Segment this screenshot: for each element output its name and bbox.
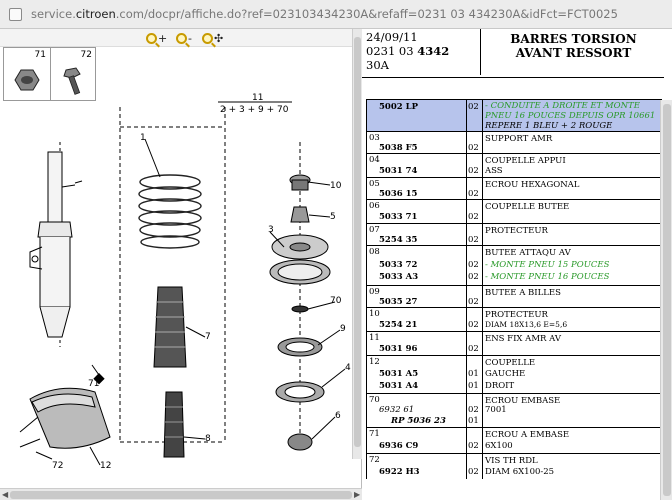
exploded-diagram: [19, 101, 346, 466]
zoom-in-button[interactable]: +: [146, 30, 176, 46]
callout-70: 70: [330, 296, 342, 306]
table-row[interactable]: 09 5035 27 02 BUTEE A BILLES: [366, 285, 662, 307]
callout-5: 5: [330, 212, 336, 222]
zoom-fit-button[interactable]: ✣: [202, 30, 232, 46]
doc-reference-suffix: 30A: [366, 58, 389, 72]
diagram-pane: + - ✣ 71 72 11 2 + 3 + 9 + 70 1 10 3 5 7…: [0, 29, 362, 500]
address-bar[interactable]: service.citroen.com/docpr/affiche.do?ref…: [0, 0, 672, 29]
page-icon: [9, 7, 22, 21]
scrollbar-thumb[interactable]: [10, 491, 352, 499]
callout-6: 6: [335, 411, 341, 421]
table-row[interactable]: 71 6936 C9 02 ECROU A EMBASE 6X100: [366, 427, 662, 453]
table-row[interactable]: 06 5033 71 02 COUPELLE BUTEE: [366, 199, 662, 223]
callout-4: 4: [345, 363, 351, 373]
table-row[interactable]: 03 5038 F5 02 SUPPORT AMR: [366, 131, 662, 153]
parts-vertical-scrollbar[interactable]: [660, 100, 672, 500]
callout-3: 3: [268, 225, 274, 235]
url-text[interactable]: service.citroen.com/docpr/affiche.do?ref…: [31, 7, 618, 21]
doc-reference: 0231 03 4342: [366, 44, 450, 58]
doc-date: 24/09/11: [366, 30, 418, 44]
zoom-toolbar: + - ✣: [0, 29, 362, 47]
magnifier-icon: [146, 32, 157, 44]
doc-header-info: 24/09/11 0231 03 4342 30A: [366, 29, 480, 75]
table-row[interactable]: 11 5031 96 02 ENS FIX AMR AV: [366, 331, 662, 355]
callout-8-lower: 8: [205, 434, 211, 444]
table-row[interactable]: 5002 LP 02 - CONDUITE A DROITE ET MONTE …: [366, 99, 662, 131]
callout-71: 71: [88, 379, 100, 389]
table-row[interactable]: 12 5031 A5 5031 A4 01 01 COUPELLE GAUCHE…: [366, 355, 662, 393]
callout-12: 12: [100, 461, 112, 471]
table-row[interactable]: 04 5031 74 02 COUPELLE APPUI ASS: [366, 153, 662, 177]
parts-pane: 24/09/11 0231 03 4342 30A BARRES TORSION…: [362, 29, 672, 500]
table-row[interactable]: 70 6932 61 RP 5036 23 02 01 ECROU EMBASE…: [366, 393, 662, 427]
scroll-right-icon[interactable]: ▶: [354, 489, 360, 500]
callout-1: 1: [140, 133, 146, 143]
table-row[interactable]: 05 5036 15 02 ECROU HEXAGONAL: [366, 177, 662, 199]
table-row[interactable]: 08 5033 72 5033 A3 02 02 BUTEE ATTAQU AV…: [366, 245, 662, 285]
scrollbar-thumb[interactable]: [663, 104, 671, 496]
magnifier-icon: [202, 32, 213, 44]
diagram-vertical-scrollbar[interactable]: [352, 29, 362, 459]
callout-10: 10: [330, 181, 342, 191]
callout-9: 9: [340, 324, 346, 334]
callout-11: 11: [252, 93, 264, 103]
table-row[interactable]: 72 6922 H3 02 VIS TH RDL DIAM 6X100-25: [366, 453, 662, 479]
parts-table: 5002 LP 02 - CONDUITE A DROITE ET MONTE …: [366, 99, 662, 479]
table-row[interactable]: 10 5254 21 02 PROTECTEUR DIAM 18X13,6 E=…: [366, 307, 662, 331]
horizontal-scrollbar[interactable]: ◀ ▶: [0, 488, 362, 500]
table-row[interactable]: 07 5254 35 02 PROTECTEUR: [366, 223, 662, 245]
scroll-left-icon[interactable]: ◀: [2, 489, 8, 500]
callout-7: 7: [205, 332, 211, 342]
callout-formula: 2 + 3 + 9 + 70: [220, 105, 289, 115]
scrollbar-thumb[interactable]: [354, 37, 361, 447]
doc-title: BARRES TORSION AVANT RESSORT: [480, 29, 666, 75]
callout-72: 72: [52, 461, 64, 471]
magnifier-icon: [176, 32, 187, 44]
